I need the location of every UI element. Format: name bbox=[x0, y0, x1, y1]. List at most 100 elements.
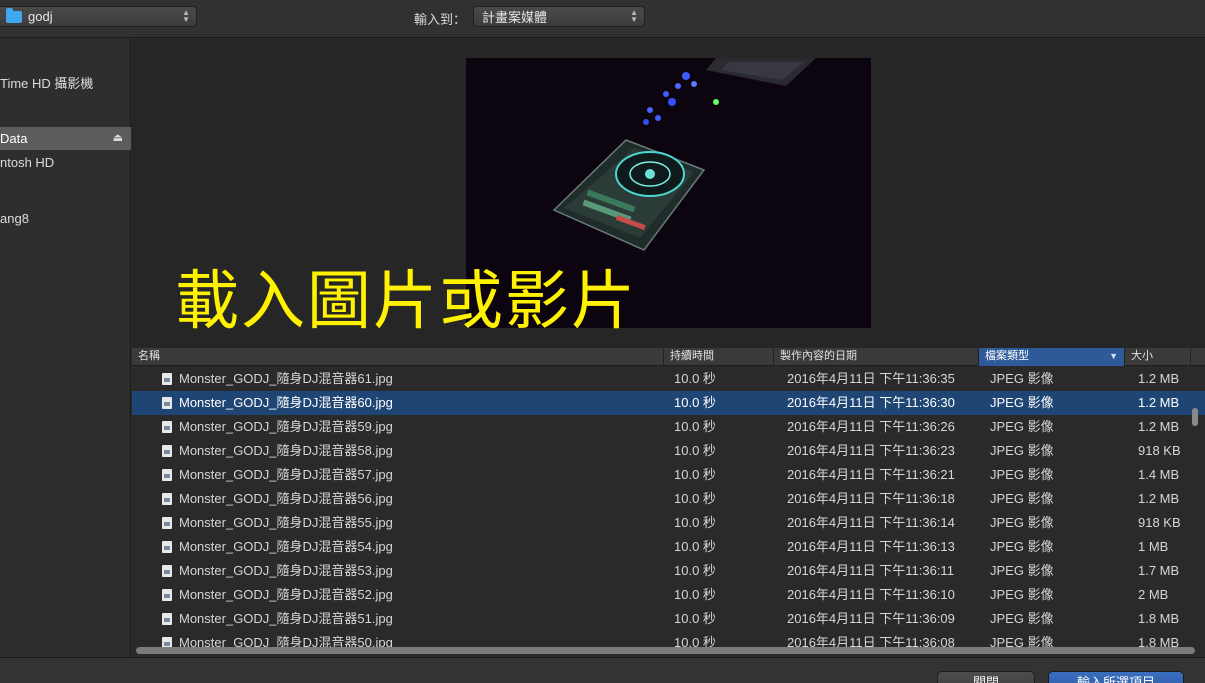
file-date: 2016年4月11日 下午11:36:23 bbox=[787, 443, 955, 458]
file-name: Monster_GODJ_隨身DJ混音器57.jpg bbox=[179, 467, 393, 482]
file-duration: 10.0 秒 bbox=[674, 563, 716, 578]
file-type: JPEG 影像 bbox=[990, 467, 1054, 482]
file-date: 2016年4月11日 下午11:36:26 bbox=[787, 419, 955, 434]
file-duration: 10.0 秒 bbox=[674, 467, 716, 482]
column-header-size[interactable]: 大小 bbox=[1125, 348, 1191, 366]
table-row[interactable]: Monster_GODJ_隨身DJ混音器60.jpg 10.0 秒 2016年4月1… bbox=[132, 391, 1205, 415]
file-type: JPEG 影像 bbox=[990, 611, 1054, 626]
table-row[interactable]: Monster_GODJ_隨身DJ混音器53.jpg 10.0 秒 2016年4月1… bbox=[132, 559, 1205, 583]
file-size: 918 KB bbox=[1138, 515, 1181, 530]
file-type: JPEG 影像 bbox=[990, 395, 1054, 410]
bottom-bar: 關閉 輸入所選項目 bbox=[0, 657, 1205, 683]
column-header-date[interactable]: 製作內容的日期 bbox=[774, 348, 979, 366]
table-row[interactable]: Monster_GODJ_隨身DJ混音器59.jpg 10.0 秒 2016年4月1… bbox=[132, 415, 1205, 439]
image-file-icon bbox=[162, 373, 172, 385]
table-row[interactable]: Monster_GODJ_隨身DJ混音器56.jpg 10.0 秒 2016年4月1… bbox=[132, 487, 1205, 511]
file-size: 1.4 MB bbox=[1138, 467, 1180, 482]
file-date: 2016年4月11日 下午11:36:21 bbox=[787, 467, 955, 482]
file-size: 2 MB bbox=[1138, 587, 1169, 602]
toolbar: godj ▲ ▼ 輸入到： 計畫案媒體 ▲ ▼ bbox=[0, 0, 1205, 38]
file-duration: 10.0 秒 bbox=[674, 395, 716, 410]
table-row[interactable]: Monster_GODJ_隨身DJ混音器54.jpg 10.0 秒 2016年4月1… bbox=[132, 535, 1205, 559]
file-duration: 10.0 秒 bbox=[674, 443, 716, 458]
file-name: Monster_GODJ_隨身DJ混音器61.jpg bbox=[179, 371, 393, 386]
import-target-popup[interactable]: 計畫案媒體 ▲ ▼ bbox=[473, 6, 645, 27]
file-size: 1.2 MB bbox=[1138, 371, 1180, 386]
sidebar-item-user[interactable]: ang8 bbox=[0, 207, 131, 230]
file-date: 2016年4月11日 下午11:36:18 bbox=[787, 491, 955, 506]
table-row[interactable]: Monster_GODJ_隨身DJ混音器51.jpg 10.0 秒 2016年4月1… bbox=[132, 607, 1205, 631]
eject-icon[interactable]: ⏏ bbox=[113, 127, 123, 150]
column-header-duration[interactable]: 持續時間 bbox=[664, 348, 774, 366]
file-name: Monster_GODJ_隨身DJ混音器53.jpg bbox=[179, 563, 393, 578]
file-name: Monster_GODJ_隨身DJ混音器58.jpg bbox=[179, 443, 393, 458]
table-row[interactable]: Monster_GODJ_隨身DJ混音器57.jpg 10.0 秒 2016年4月1… bbox=[132, 463, 1205, 487]
table-row[interactable]: Monster_GODJ_隨身DJ混音器52.jpg 10.0 秒 2016年4月1… bbox=[132, 583, 1205, 607]
file-date: 2016年4月11日 下午11:36:10 bbox=[787, 587, 955, 602]
sidebar-item-label: Time HD 攝影機 bbox=[0, 76, 94, 91]
table-row[interactable]: Monster_GODJ_隨身DJ混音器55.jpg 10.0 秒 2016年4月1… bbox=[132, 511, 1205, 535]
file-name: Monster_GODJ_隨身DJ混音器60.jpg bbox=[179, 395, 393, 410]
sidebar: Time HD 攝影機 Data ⏏ ntosh HD ang8 bbox=[0, 39, 131, 657]
table-row[interactable]: Monster_GODJ_隨身DJ混音器58.jpg 10.0 秒 2016年4月1… bbox=[132, 439, 1205, 463]
folder-name: godj bbox=[28, 9, 53, 24]
column-header-type[interactable]: 檔案類型 ▼ bbox=[979, 348, 1125, 366]
file-size: 1.2 MB bbox=[1138, 491, 1180, 506]
sort-descending-icon: ▼ bbox=[1109, 351, 1118, 361]
image-file-icon bbox=[162, 397, 172, 409]
chevron-updown-icon: ▲ ▼ bbox=[630, 8, 638, 24]
sidebar-item-macintosh-hd[interactable]: ntosh HD bbox=[0, 151, 131, 174]
file-size: 1.7 MB bbox=[1138, 563, 1180, 578]
file-type: JPEG 影像 bbox=[990, 371, 1054, 386]
folder-icon bbox=[6, 7, 22, 23]
table-header: 名稱 持續時間 製作內容的日期 檔案類型 ▼ 大小 bbox=[132, 348, 1205, 366]
import-selected-button[interactable]: 輸入所選項目 bbox=[1048, 671, 1184, 683]
file-name: Monster_GODJ_隨身DJ混音器59.jpg bbox=[179, 419, 393, 434]
chevron-updown-icon: ▲ ▼ bbox=[182, 8, 190, 24]
file-type: JPEG 影像 bbox=[990, 587, 1054, 602]
file-table: 名稱 持續時間 製作內容的日期 檔案類型 ▼ 大小 Monster_GODJ_隨身… bbox=[132, 348, 1205, 657]
table-row[interactable]: Monster_GODJ_隨身DJ混音器61.jpg 10.0 秒 2016年4月1… bbox=[132, 367, 1205, 391]
image-file-icon bbox=[162, 613, 172, 625]
file-duration: 10.0 秒 bbox=[674, 539, 716, 554]
image-file-icon bbox=[162, 421, 172, 433]
file-type: JPEG 影像 bbox=[990, 515, 1054, 530]
image-file-icon bbox=[162, 589, 172, 601]
file-name: Monster_GODJ_隨身DJ混音器51.jpg bbox=[179, 611, 393, 626]
folder-popup[interactable]: godj ▲ ▼ bbox=[0, 6, 197, 27]
image-file-icon bbox=[162, 541, 172, 553]
sidebar-item-camera[interactable]: Time HD 攝影機 bbox=[0, 72, 131, 95]
file-date: 2016年4月11日 下午11:36:11 bbox=[787, 563, 954, 578]
file-type: JPEG 影像 bbox=[990, 419, 1054, 434]
image-file-icon bbox=[162, 565, 172, 577]
image-file-icon bbox=[162, 493, 172, 505]
file-date: 2016年4月11日 下午11:36:30 bbox=[787, 395, 955, 410]
file-type: JPEG 影像 bbox=[990, 443, 1054, 458]
file-type: JPEG 影像 bbox=[990, 563, 1054, 578]
file-name: Monster_GODJ_隨身DJ混音器54.jpg bbox=[179, 539, 393, 554]
file-date: 2016年4月11日 下午11:36:13 bbox=[787, 539, 955, 554]
overlay-caption: 載入圖片或影片 bbox=[175, 265, 637, 339]
close-button[interactable]: 關閉 bbox=[937, 671, 1035, 683]
column-header-name[interactable]: 名稱 bbox=[132, 348, 664, 366]
file-name: Monster_GODJ_隨身DJ混音器56.jpg bbox=[179, 491, 393, 506]
horizontal-scrollbar[interactable] bbox=[136, 647, 1195, 654]
file-date: 2016年4月11日 下午11:36:09 bbox=[787, 611, 955, 626]
file-size: 1.2 MB bbox=[1138, 395, 1180, 410]
file-size: 1.8 MB bbox=[1138, 611, 1180, 626]
file-duration: 10.0 秒 bbox=[674, 587, 716, 602]
file-date: 2016年4月11日 下午11:36:14 bbox=[787, 515, 955, 530]
file-duration: 10.0 秒 bbox=[674, 371, 716, 386]
sidebar-item-label: ntosh HD bbox=[0, 155, 55, 170]
file-size: 1 MB bbox=[1138, 539, 1169, 554]
sidebar-item-label: ang8 bbox=[0, 211, 29, 226]
file-duration: 10.0 秒 bbox=[674, 515, 716, 530]
file-size: 918 KB bbox=[1138, 443, 1181, 458]
sidebar-item-data[interactable]: Data ⏏ bbox=[0, 127, 131, 150]
file-name: Monster_GODJ_隨身DJ混音器52.jpg bbox=[179, 587, 393, 602]
import-to-label: 輸入到： bbox=[414, 12, 467, 27]
image-file-icon bbox=[162, 517, 172, 529]
sidebar-item-label: Data bbox=[0, 131, 28, 146]
vertical-scrollbar[interactable] bbox=[1192, 408, 1198, 426]
file-duration: 10.0 秒 bbox=[674, 419, 716, 434]
